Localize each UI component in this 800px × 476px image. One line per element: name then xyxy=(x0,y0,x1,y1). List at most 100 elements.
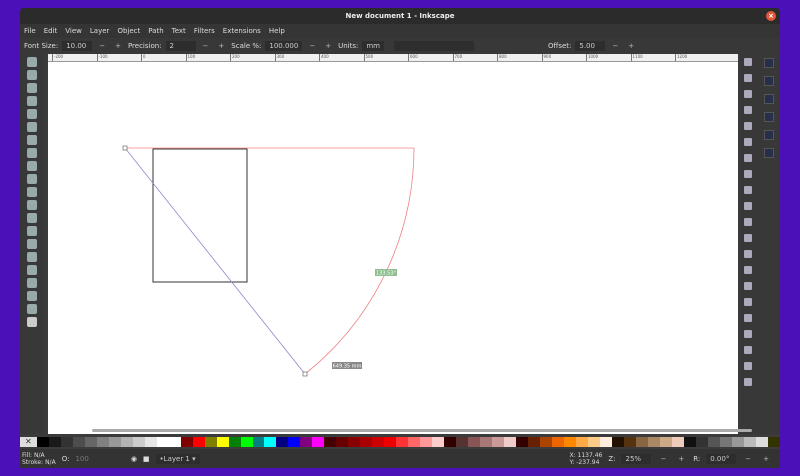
font-size-decrement[interactable]: − xyxy=(96,42,108,50)
lock-icon[interactable]: ■ xyxy=(143,455,150,463)
color-swatch[interactable] xyxy=(336,437,349,447)
color-swatch[interactable] xyxy=(695,437,708,447)
calligraphy-tool-icon[interactable] xyxy=(27,174,37,184)
fill-stroke-icon[interactable] xyxy=(744,314,752,322)
opacity-input[interactable]: 100 xyxy=(75,455,88,463)
text-font-icon[interactable] xyxy=(744,330,752,338)
3d-box-tool-icon[interactable] xyxy=(27,122,37,132)
precision-decrement[interactable]: − xyxy=(200,42,212,50)
font-size-increment[interactable]: + xyxy=(112,42,124,50)
color-swatch[interactable] xyxy=(300,437,313,447)
color-swatch[interactable] xyxy=(588,437,601,447)
zoom-input[interactable]: 25% xyxy=(621,453,652,464)
color-swatch[interactable] xyxy=(84,437,97,447)
color-swatch[interactable] xyxy=(444,437,457,447)
color-swatch[interactable] xyxy=(156,437,169,447)
menu-view[interactable]: View xyxy=(65,24,82,38)
menu-text[interactable]: Text xyxy=(172,24,186,38)
color-swatch[interactable] xyxy=(144,437,157,447)
close-button[interactable]: × xyxy=(766,11,776,21)
color-swatch[interactable] xyxy=(516,437,529,447)
export-icon[interactable] xyxy=(744,138,752,146)
horizontal-scrollbar[interactable] xyxy=(92,429,752,432)
menu-file[interactable]: File xyxy=(24,24,36,38)
color-palette[interactable]: ✕ xyxy=(20,437,780,447)
color-swatch[interactable] xyxy=(767,437,780,447)
node-tool-icon[interactable] xyxy=(27,70,37,80)
color-swatch[interactable] xyxy=(36,437,49,447)
rectangle-shape[interactable] xyxy=(152,148,248,283)
color-swatch[interactable] xyxy=(324,437,337,447)
measure-start-handle[interactable] xyxy=(122,145,128,151)
color-swatch[interactable] xyxy=(468,437,481,447)
ellipse-tool-icon[interactable] xyxy=(27,96,37,106)
pencil-tool-icon[interactable] xyxy=(27,148,37,158)
menu-help[interactable]: Help xyxy=(269,24,285,38)
color-swatch[interactable] xyxy=(216,437,229,447)
color-swatch[interactable] xyxy=(528,437,541,447)
measure-end-handle[interactable] xyxy=(302,371,308,377)
color-swatch[interactable] xyxy=(60,437,73,447)
font-size-input[interactable]: 10.00 xyxy=(62,41,93,51)
color-swatch[interactable] xyxy=(168,437,181,447)
snap-toggle-icon[interactable] xyxy=(764,58,774,68)
paste-icon[interactable] xyxy=(744,218,752,226)
selector-tool-icon[interactable] xyxy=(27,57,37,67)
rotate-increment[interactable]: + xyxy=(760,455,772,463)
xml-editor-icon[interactable] xyxy=(744,362,752,370)
drawing-canvas[interactable]: 133.53° 649.35 mm xyxy=(48,62,738,434)
color-swatch[interactable] xyxy=(456,437,469,447)
toggle-visibility-icon[interactable]: ◉ xyxy=(131,455,137,463)
color-swatch[interactable] xyxy=(540,437,553,447)
connector-tool-icon[interactable] xyxy=(27,291,37,301)
snap-nodes-icon[interactable] xyxy=(764,94,774,104)
mesh-tool-icon[interactable] xyxy=(27,213,37,223)
units-select[interactable]: mm xyxy=(362,41,384,51)
zoom-tool-icon[interactable] xyxy=(27,304,37,314)
color-swatch[interactable] xyxy=(755,437,768,447)
color-swatch[interactable] xyxy=(120,437,133,447)
pen-tool-icon[interactable] xyxy=(27,161,37,171)
menu-path[interactable]: Path xyxy=(148,24,163,38)
color-swatch[interactable] xyxy=(624,437,636,447)
tweak-tool-icon[interactable] xyxy=(27,252,37,262)
color-swatch[interactable] xyxy=(48,437,61,447)
spray-tool-icon[interactable] xyxy=(27,265,37,275)
gradient-tool-icon[interactable] xyxy=(27,200,37,210)
layer-select[interactable]: •Layer 1 ▾ xyxy=(155,453,200,464)
zoom-in-button[interactable]: + xyxy=(675,455,687,463)
snap-paths-icon[interactable] xyxy=(764,112,774,122)
duplicate-icon[interactable] xyxy=(744,250,752,258)
clone-icon[interactable] xyxy=(744,266,752,274)
scale-increment[interactable]: + xyxy=(322,42,334,50)
measure-toggle-icons[interactable] xyxy=(484,41,544,51)
color-swatch[interactable] xyxy=(288,437,301,447)
rotate-decrement[interactable]: − xyxy=(742,455,754,463)
color-swatch[interactable] xyxy=(492,437,505,447)
color-swatch[interactable] xyxy=(647,437,660,447)
color-swatch[interactable] xyxy=(576,437,589,447)
measure-options-buttons[interactable] xyxy=(393,41,474,51)
snap-page-icon[interactable] xyxy=(764,148,774,158)
import-icon[interactable] xyxy=(744,122,752,130)
zoom-out-button[interactable]: − xyxy=(657,455,669,463)
paint-bucket-tool-icon[interactable] xyxy=(27,239,37,249)
snap-bbox-icon[interactable] xyxy=(764,76,774,86)
color-swatch[interactable] xyxy=(671,437,684,447)
color-swatch[interactable] xyxy=(719,437,732,447)
color-swatch[interactable] xyxy=(743,437,756,447)
new-document-icon[interactable] xyxy=(744,58,752,66)
cut-icon[interactable] xyxy=(744,202,752,210)
precision-input[interactable]: 2 xyxy=(165,41,196,51)
group-icon[interactable] xyxy=(744,282,752,290)
color-swatch[interactable] xyxy=(564,437,577,447)
zoom-fit-icon[interactable] xyxy=(744,234,752,242)
color-swatch[interactable] xyxy=(480,437,493,447)
color-swatch[interactable] xyxy=(348,437,361,447)
snap-center-icon[interactable] xyxy=(764,130,774,140)
color-swatch[interactable] xyxy=(707,437,720,447)
color-swatch[interactable] xyxy=(276,437,289,447)
color-swatch[interactable] xyxy=(312,437,325,447)
menu-object[interactable]: Object xyxy=(117,24,140,38)
eraser-tool-icon[interactable] xyxy=(27,278,37,288)
